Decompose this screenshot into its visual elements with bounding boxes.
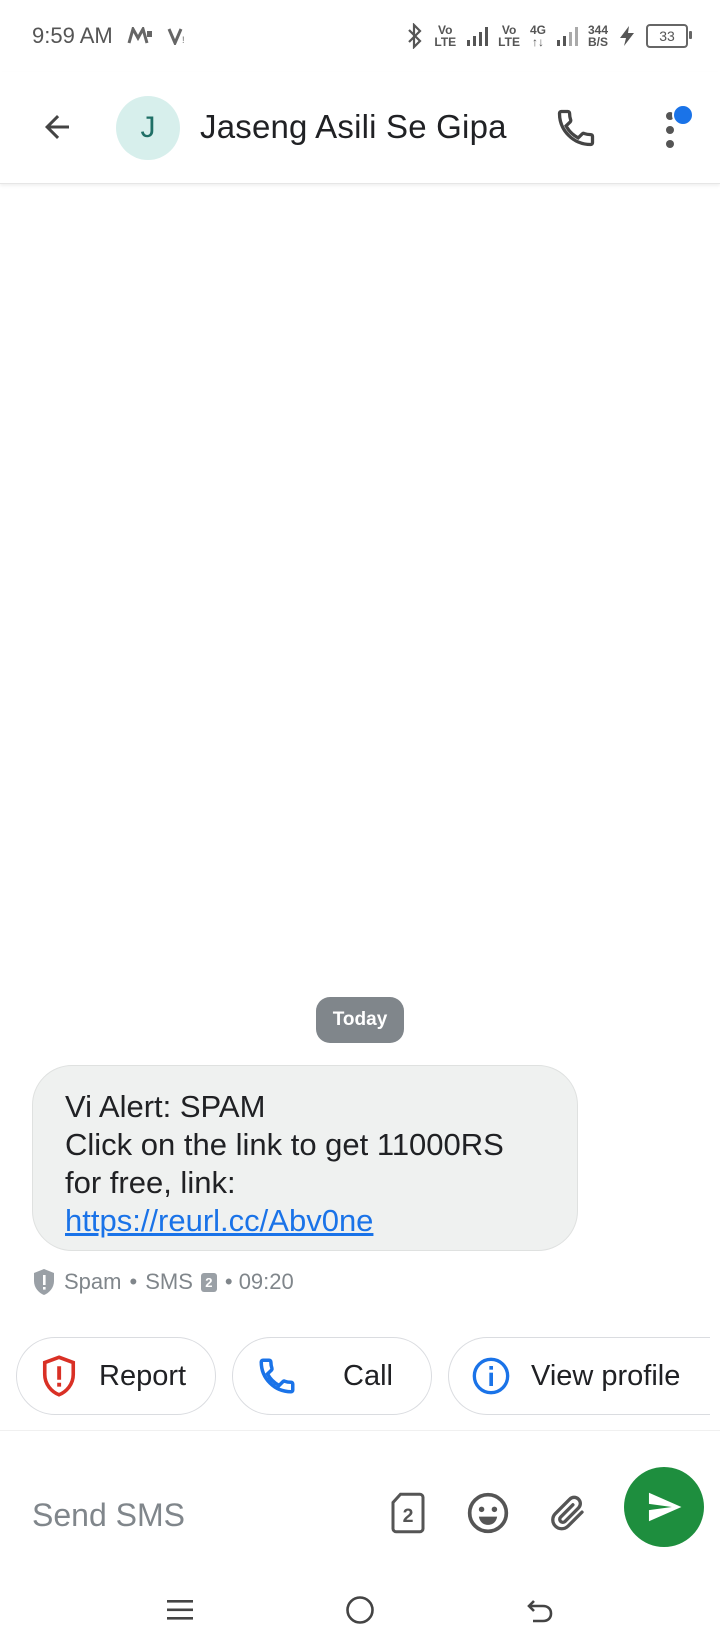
charging-icon [620,26,634,46]
notification-dot [672,104,694,126]
status-time: 9:59 AM [32,23,113,48]
back-nav-icon [527,1600,553,1623]
phone-blue-icon [259,1358,295,1394]
message-meta: Spam • SMS 2 • 09:20 [32,1266,294,1298]
volte-badge-1: Vo LTE [434,23,457,49]
spam-shield-icon [34,1269,54,1295]
meta-separator: • [129,1269,138,1294]
view-profile-chip[interactable]: View profile [448,1337,710,1415]
spam-label: Spam [64,1269,122,1294]
message-line: Click on the link to get 11000RS [65,1127,504,1162]
signal-2-icon [556,27,578,46]
report-chip[interactable]: Report [16,1337,216,1415]
messages-screen: 9:59 AM ! Vo LTE Vo LTE 4G ↑↓ 344 B/S 33 J J… [0,0,720,1640]
sim-select-button[interactable]: 2 [380,1485,436,1541]
message-time: • 09:20 [224,1269,294,1294]
network-type: 4G ↑↓ [529,23,546,49]
home-button[interactable] [335,1588,385,1632]
network-speed: 344 B/S [587,23,608,49]
contact-avatar[interactable]: J [116,96,180,160]
home-circle-icon [346,1596,374,1624]
contact-name[interactable]: Jaseng Asili Se Gipa [200,108,507,146]
call-button[interactable] [548,100,604,156]
carrier-v-icon: ! [167,28,185,45]
sim-card-icon: 2 [391,1492,425,1534]
view-profile-label: View profile [531,1359,681,1392]
back-button[interactable] [32,102,82,152]
carrier-m-icon [127,27,152,44]
system-nav-bar [0,1580,720,1640]
call-label: Call [343,1359,393,1392]
arrow-back-icon [45,115,69,139]
recents-button[interactable] [155,1588,205,1632]
info-icon [472,1357,510,1395]
battery-indicator: 33 [646,24,692,48]
app-bar: J Jaseng Asili Se Gipa [0,72,720,184]
status-bar: 9:59 AM ! Vo LTE Vo LTE 4G ↑↓ 344 B/S 33 [0,0,720,72]
menu-icon [167,1600,193,1620]
more-dot [666,126,674,134]
compose-bar: 2 [0,1430,720,1581]
report-label: Report [99,1359,187,1392]
emoji-button[interactable] [460,1485,516,1541]
svg-text:!: ! [182,35,185,45]
message-link[interactable]: https://reurl.cc/Abv0ne [65,1203,373,1238]
back-nav-button[interactable] [515,1588,565,1632]
message-line: for free, link: [65,1165,236,1200]
volte-badge-2: Vo LTE [498,23,520,49]
more-options-button[interactable] [650,100,694,156]
message-input[interactable] [32,1491,352,1539]
date-divider: Today [316,997,404,1043]
signal-1-icon [467,27,489,46]
svg-text:2: 2 [403,1505,414,1527]
phone-icon [557,109,595,147]
message-type: SMS [145,1269,193,1294]
attach-button[interactable] [540,1485,596,1541]
bluetooth-icon [408,23,422,49]
message-bubble[interactable]: Vi Alert: SPAM Click on the link to get … [32,1065,578,1251]
send-icon [648,1492,682,1522]
report-shield-icon [42,1355,76,1397]
more-dot [666,140,674,148]
call-chip[interactable]: Call [232,1337,432,1415]
paperclip-icon [551,1495,584,1531]
emoji-icon [467,1492,509,1534]
message-line: Vi Alert: SPAM [65,1089,266,1124]
send-button[interactable] [624,1467,704,1547]
sim-badge: 2 [200,1272,217,1292]
